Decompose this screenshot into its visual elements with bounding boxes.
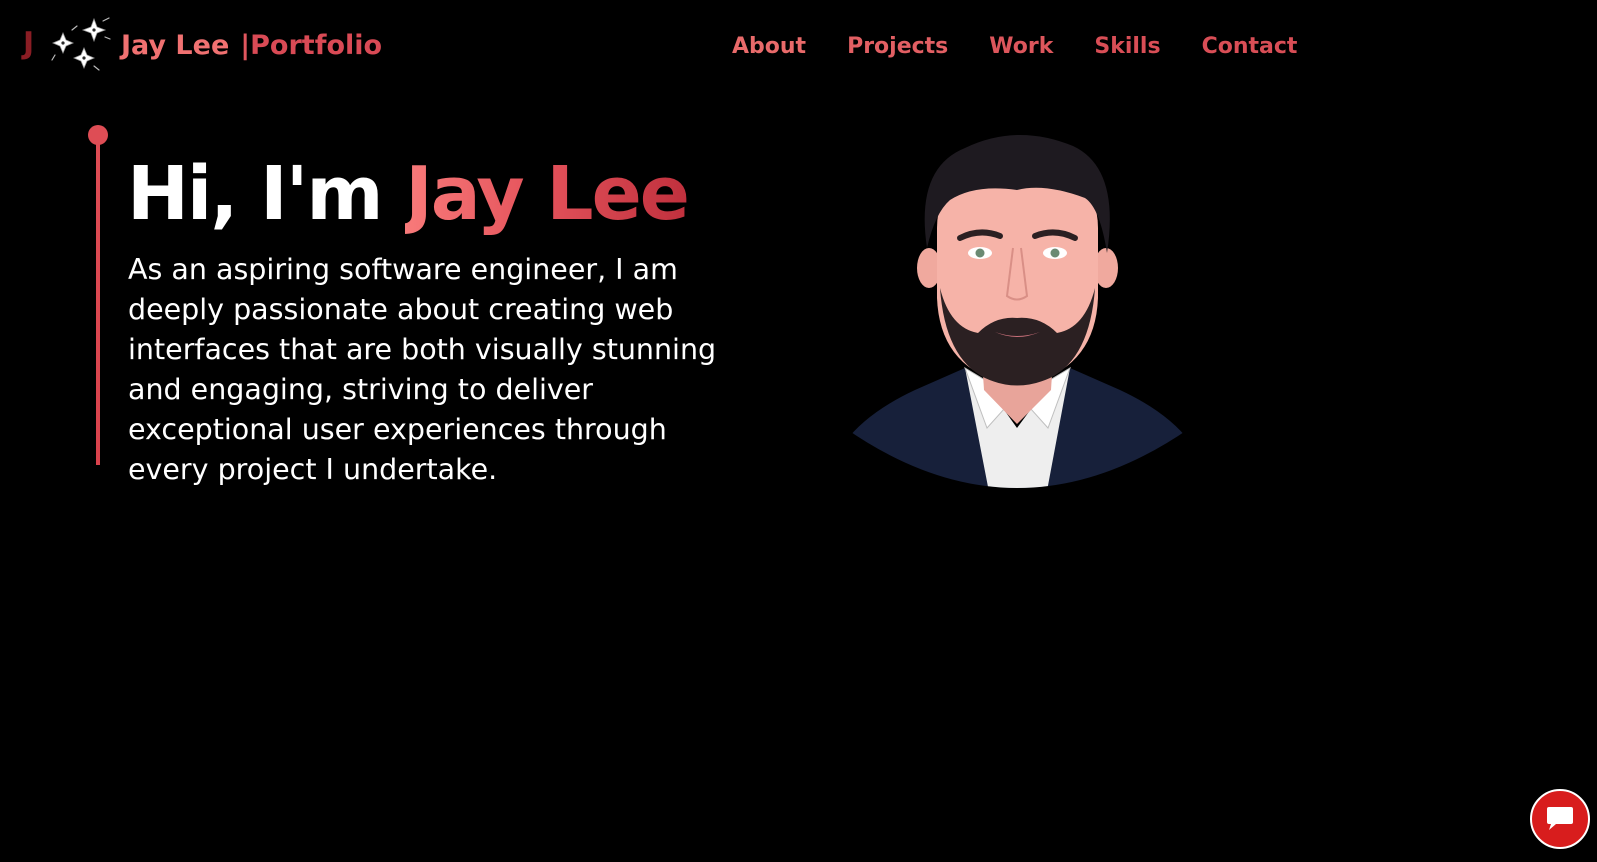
chat-button[interactable] xyxy=(1530,789,1590,849)
shuriken-icon[interactable] xyxy=(50,15,112,73)
chat-bubble-icon xyxy=(1547,807,1573,830)
brand-name: Jay Lee xyxy=(121,30,230,61)
logo-letter[interactable]: J xyxy=(23,26,34,62)
hero-heading: Hi, I'm Jay Lee xyxy=(127,148,690,240)
main-nav: About Projects Work Skills Contact xyxy=(732,32,1297,62)
nav-link-work[interactable]: Work xyxy=(989,32,1053,62)
page: J Jay Lee |Portfolio About Projects Work… xyxy=(0,0,1597,862)
nav-link-contact[interactable]: Contact xyxy=(1202,32,1298,62)
nav-link-about[interactable]: About xyxy=(732,32,806,62)
brand-separator: | xyxy=(240,30,251,61)
nav-link-projects[interactable]: Projects xyxy=(847,32,948,62)
hero-description: As an aspiring software engineer, I am d… xyxy=(128,253,717,486)
brand-suffix: Portfolio xyxy=(250,30,383,61)
avatar-illustration xyxy=(845,128,1190,523)
hero-name: Jay Lee xyxy=(405,151,690,237)
hero-greeting: Hi, I'm xyxy=(127,151,383,237)
nav-link-skills[interactable]: Skills xyxy=(1094,32,1160,62)
timeline-line xyxy=(96,135,100,465)
brand-title[interactable]: Jay Lee |Portfolio xyxy=(121,28,382,64)
